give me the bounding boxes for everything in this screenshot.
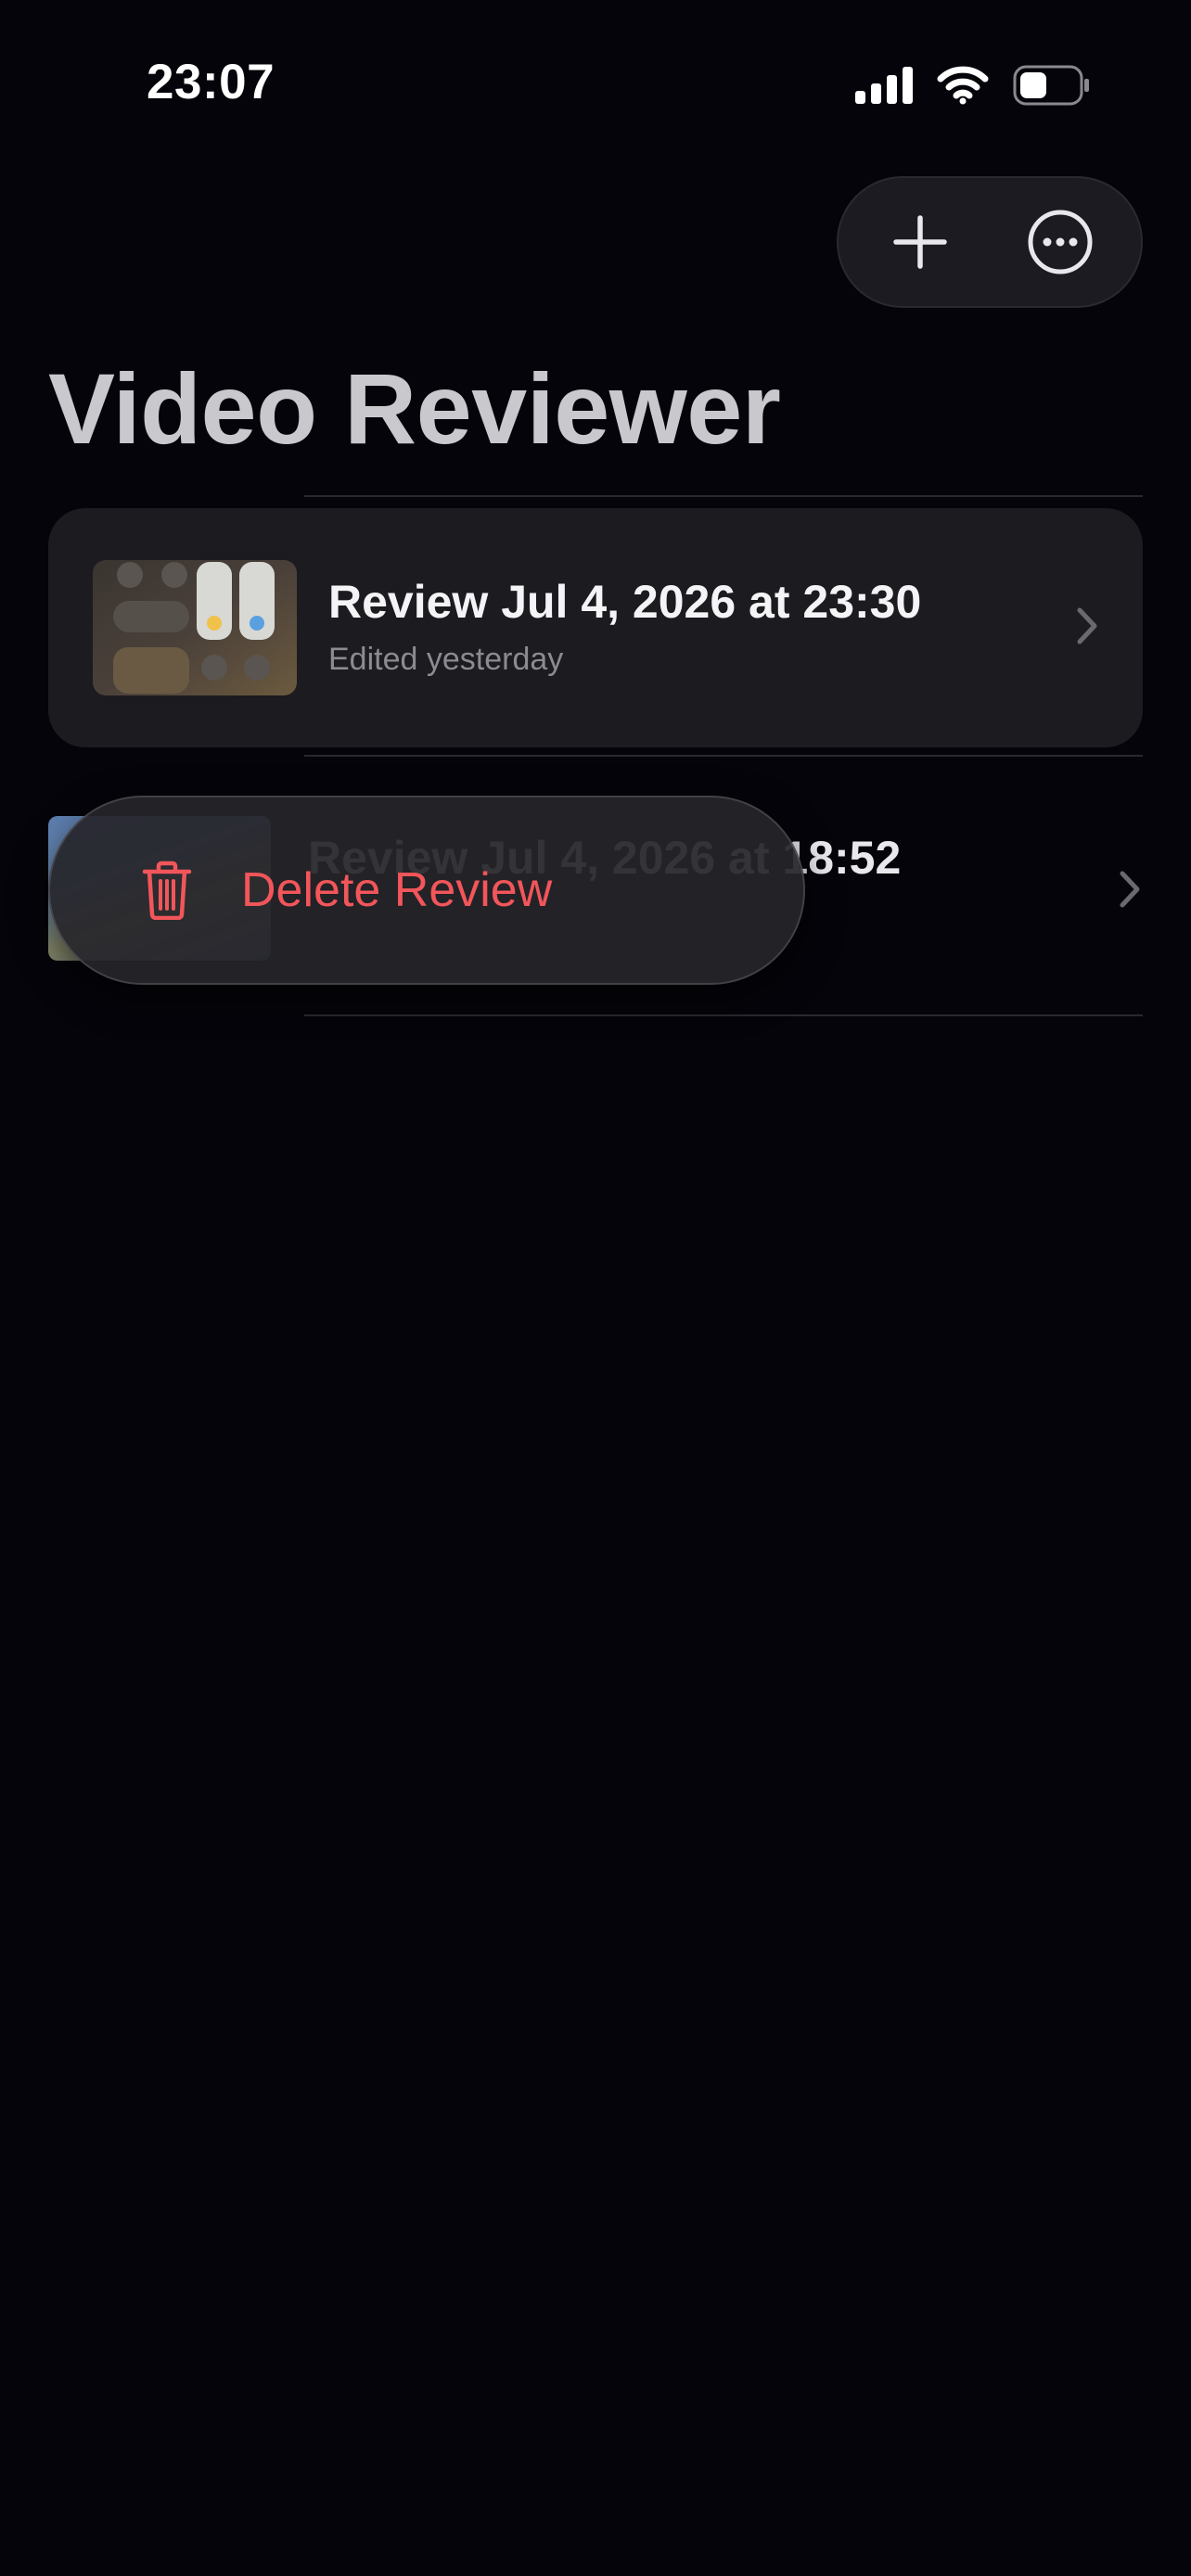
review-row[interactable]: Review Jul 4, 2026 at 23:30 Edited yeste… xyxy=(48,508,1143,747)
delete-review-label: Delete Review xyxy=(241,863,553,917)
wifi-icon xyxy=(937,66,989,105)
add-button[interactable] xyxy=(869,191,971,293)
status-icons xyxy=(855,65,1091,106)
page-title: Video Reviewer xyxy=(48,352,781,465)
review-thumbnail xyxy=(93,560,297,695)
toolbar-pill xyxy=(837,176,1143,308)
review-title: Review Jul 4, 2026 at 23:30 xyxy=(328,576,922,628)
battery-icon xyxy=(1013,65,1091,106)
review-subtitle: Edited yesterday xyxy=(328,642,564,677)
delete-review-button[interactable]: Delete Review xyxy=(48,796,805,985)
more-button[interactable] xyxy=(1009,191,1111,293)
chevron-right-icon xyxy=(1077,607,1097,644)
separator xyxy=(304,1014,1143,1016)
trash-icon xyxy=(142,861,192,920)
separator xyxy=(304,495,1143,497)
screen: 23:07 Video Reviewer Review Jul 4, 2026 … xyxy=(0,0,1191,2576)
cellular-signal-icon xyxy=(855,67,913,104)
separator xyxy=(304,755,1143,757)
ellipsis-circle-icon xyxy=(1028,210,1092,274)
status-time: 23:07 xyxy=(147,55,275,109)
plus-icon xyxy=(892,215,947,269)
chevron-right-icon xyxy=(1120,871,1140,908)
